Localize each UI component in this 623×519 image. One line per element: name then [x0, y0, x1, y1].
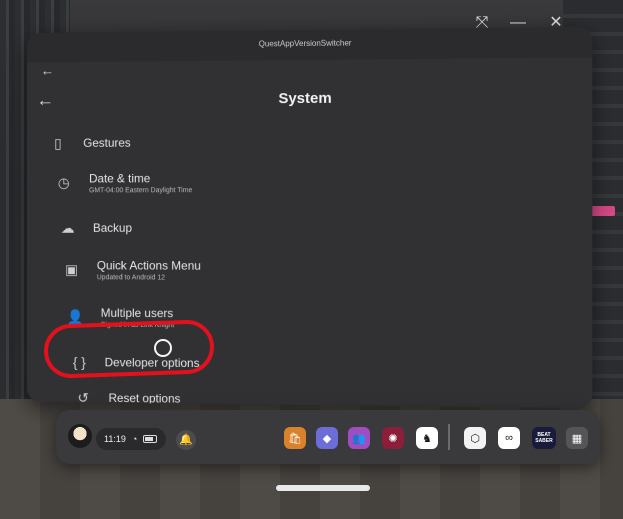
beatsaber-app-icon[interactable]: BEAT SABER	[532, 427, 556, 449]
system-update-icon: ▣	[65, 260, 78, 277]
explore-app-icon[interactable]: ◆	[316, 427, 338, 449]
pointer-cursor-icon	[154, 339, 172, 357]
sidequest-app-icon[interactable]: ♞	[416, 427, 438, 449]
window-title-strip: QuestAppVersionSwitcher	[26, 26, 593, 63]
settings-item-quick-actions[interactable]: ▣ Quick Actions Menu Updated to Android …	[58, 250, 527, 291]
meta-app-icon[interactable]: ∞	[498, 427, 520, 449]
vd-app-icon[interactable]: ⬡	[464, 427, 486, 449]
settings-item-title: Backup	[92, 220, 133, 235]
settings-item-date-time[interactable]: ◷ Date & time GMT-04:00 Eastern Daylight…	[50, 161, 518, 202]
clock-time: 11:19	[104, 434, 126, 444]
settings-item-subtitle: Updated to Android 12	[96, 273, 166, 281]
phone-icon: ▯	[54, 134, 62, 151]
settings-item-title: Multiple users	[100, 305, 174, 320]
settings-list: ▯ Gestures ◷ Date & time GMT-04:00 Easte…	[44, 121, 522, 406]
taskbar: 11:19 ◔ 🔔 🛍 ◆ 👥 ✺ ♞ ⬡ ∞ BEAT SABER ▦	[56, 410, 600, 464]
taskbar-divider	[448, 424, 450, 450]
settings-item-title: Date & time	[89, 170, 151, 185]
status-pill[interactable]: 11:19 ◔	[96, 428, 166, 450]
settings-item-subtitle: GMT-04:00 Eastern Daylight Time	[89, 186, 193, 194]
clock-icon: ◷	[57, 174, 70, 190]
battery-icon	[143, 435, 158, 443]
app-library-icon[interactable]: ▦	[566, 427, 588, 449]
home-indicator[interactable]	[276, 485, 370, 491]
settings-item-gestures[interactable]: ▯ Gestures	[44, 121, 512, 163]
settings-item-title: Gestures	[83, 135, 131, 150]
page-title: System	[278, 89, 332, 108]
settings-item-backup[interactable]: ☁ Backup	[54, 208, 522, 249]
avatar[interactable]	[68, 424, 92, 448]
wifi-icon: ◔	[131, 434, 138, 444]
cloud-upload-icon: ☁	[60, 219, 75, 236]
settings-item-title: Quick Actions Menu	[96, 258, 201, 273]
environment-neon-sign	[589, 206, 615, 216]
app-title: QuestAppVersionSwitcher	[258, 38, 352, 49]
store-app-icon[interactable]: 🛍	[284, 427, 306, 449]
window-back-arrow-icon[interactable]: ←	[41, 62, 55, 78]
game-app-icon[interactable]: ✺	[382, 427, 404, 449]
red-highlight-annotation	[43, 319, 215, 379]
people-app-icon[interactable]: 👥	[348, 427, 370, 449]
notification-bell-icon[interactable]: 🔔	[176, 430, 196, 450]
